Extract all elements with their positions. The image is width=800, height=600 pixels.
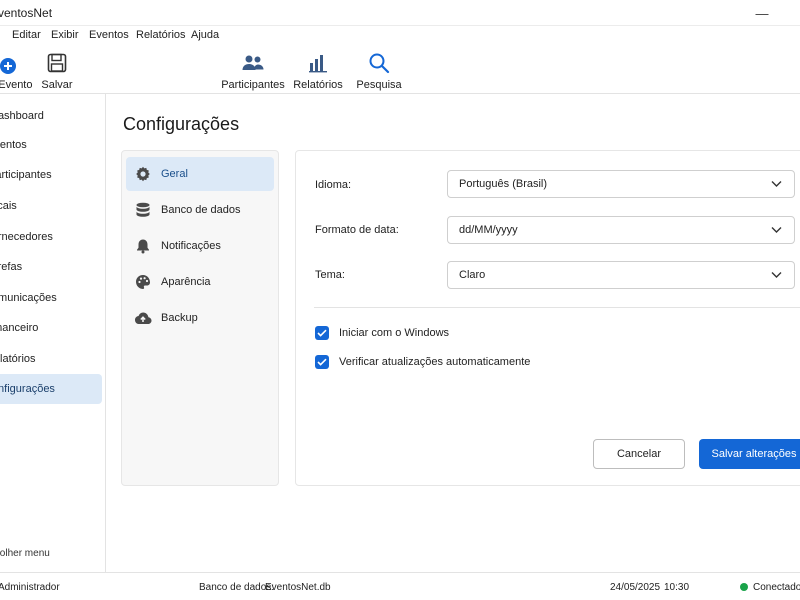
bar-chart-icon — [308, 50, 328, 76]
language-select-value: Português (Brasil) — [459, 178, 548, 190]
toolbar: Novo Evento Salvar Participantes Relatór… — [0, 46, 800, 94]
theme-select-value: Claro — [459, 269, 486, 281]
menu-eventos[interactable]: Eventos — [89, 29, 129, 41]
reports-button[interactable]: Relatórios — [293, 50, 343, 94]
page-title: Configurações — [123, 114, 240, 134]
save-changes-button[interactable]: Salvar alterações — [699, 439, 800, 469]
participants-label: Participantes — [221, 79, 285, 91]
status-time: 10:30 — [664, 582, 690, 593]
add-circle-icon — [0, 50, 28, 76]
status-user: Administrador — [0, 582, 60, 593]
menu-relatorios[interactable]: Relatórios — [136, 29, 186, 41]
theme-label: Tema: — [315, 269, 345, 281]
date-format-select-value: dd/MM/yyyy — [459, 224, 518, 236]
settings-nav-label: Banco de dados — [161, 204, 241, 216]
sidebar-item-label: Locais — [0, 200, 17, 212]
status-date: 24/05/2025 — [610, 582, 661, 593]
collapse-menu-label: Recolher menu — [0, 548, 50, 559]
sidebar-item-eventos[interactable]: Eventos — [0, 130, 102, 160]
sidebar-item-label: Financeiro — [0, 322, 39, 334]
settings-nav: Geral Banco de dados Notificações Aparên… — [121, 150, 279, 486]
collapse-menu-button[interactable]: Recolher menu — [0, 548, 50, 559]
title-bar: EventosNet — — [0, 0, 800, 26]
menu-editar[interactable]: Editar — [12, 29, 41, 41]
sidebar: Dashboard Eventos Participantes Locais F… — [0, 94, 106, 572]
minimize-button[interactable]: — — [742, 0, 782, 26]
sidebar-item-label: Configurações — [0, 383, 55, 395]
theme-select[interactable]: Claro — [447, 261, 795, 289]
chevron-down-icon — [771, 179, 782, 191]
settings-nav-label: Notificações — [161, 240, 221, 252]
settings-nav-banco-de-dados[interactable]: Banco de dados — [126, 193, 274, 227]
gear-icon — [134, 165, 152, 183]
sidebar-item-label: Eventos — [0, 139, 27, 151]
chevron-down-icon — [771, 225, 782, 237]
connection-status-dot — [740, 583, 748, 591]
sidebar-item-label: Comunicações — [0, 292, 57, 304]
status-connection: Conectado — [753, 582, 800, 593]
new-event-button[interactable]: Novo Evento — [0, 50, 36, 94]
status-db-value: EventosNet.db — [265, 582, 331, 593]
date-format-select[interactable]: dd/MM/yyyy — [447, 216, 795, 244]
sidebar-item-configuracoes[interactable]: Configurações — [0, 374, 102, 404]
sidebar-item-comunicacoes[interactable]: Comunicações — [0, 283, 102, 313]
menu-bar: Editar Exibir Eventos Relatórios Ajuda — [0, 26, 800, 46]
date-format-label: Formato de data: — [315, 224, 399, 236]
sidebar-item-financeiro[interactable]: Financeiro — [0, 313, 102, 343]
settings-nav-label: Geral — [161, 168, 188, 180]
settings-nav-geral[interactable]: Geral — [126, 157, 274, 191]
bell-icon — [134, 237, 152, 255]
sidebar-item-label: Dashboard — [0, 110, 44, 122]
window-title: EventosNet — [0, 6, 53, 20]
people-icon — [241, 50, 265, 76]
status-db-label: Banco de dados: — [199, 582, 275, 593]
settings-nav-label: Backup — [161, 312, 198, 324]
menu-ajuda[interactable]: Ajuda — [191, 29, 219, 41]
settings-nav-notificacoes[interactable]: Notificações — [126, 229, 274, 263]
divider — [314, 307, 800, 308]
general-settings-panel: Idioma: Português (Brasil) Formato de da… — [295, 150, 800, 486]
start-with-windows-label: Iniciar com o Windows — [339, 327, 450, 339]
chevron-down-icon — [771, 270, 782, 282]
database-icon — [134, 201, 152, 219]
menu-exibir[interactable]: Exibir — [51, 29, 79, 41]
sidebar-item-fornecedores[interactable]: Fornecedores — [0, 222, 102, 252]
auto-update-row[interactable]: Verificar atualizações automaticamente — [315, 355, 530, 369]
reports-label: Relatórios — [293, 79, 343, 91]
sidebar-item-label: Relatórios — [0, 353, 36, 365]
participants-button[interactable]: Participantes — [221, 50, 285, 94]
sidebar-item-locais[interactable]: Locais — [0, 191, 102, 221]
search-label: Pesquisa — [356, 79, 402, 91]
new-event-label: Novo Evento — [0, 79, 33, 91]
search-button[interactable]: Pesquisa — [356, 50, 402, 94]
start-with-windows-row[interactable]: Iniciar com o Windows — [315, 326, 449, 340]
language-select[interactable]: Português (Brasil) — [447, 170, 795, 198]
sidebar-item-tarefas[interactable]: Tarefas — [0, 252, 102, 282]
settings-nav-backup[interactable]: Backup — [126, 301, 274, 335]
checkmark-icon — [317, 329, 327, 337]
sidebar-item-label: Fornecedores — [0, 231, 53, 243]
save-icon — [47, 50, 67, 76]
status-bar: Administrador Banco de dados: EventosNet… — [0, 572, 800, 600]
palette-icon — [134, 273, 152, 291]
main-content: Configurações Geral Banco de dados Notif… — [107, 94, 800, 572]
settings-nav-aparencia[interactable]: Aparência — [126, 265, 274, 299]
language-label: Idioma: — [315, 179, 352, 191]
sidebar-item-label: Participantes — [0, 169, 52, 181]
sidebar-item-dashboard[interactable]: Dashboard — [0, 101, 102, 131]
minimize-icon: — — [755, 5, 769, 21]
sidebar-item-relatorios[interactable]: Relatórios — [0, 344, 102, 374]
search-icon — [368, 50, 390, 76]
cancel-button[interactable]: Cancelar — [593, 439, 685, 469]
cloud-upload-icon — [134, 309, 152, 327]
sidebar-item-participantes[interactable]: Participantes — [0, 160, 102, 190]
save-button[interactable]: Salvar — [41, 50, 73, 94]
checkmark-icon — [317, 358, 327, 366]
start-with-windows-checkbox[interactable] — [315, 326, 329, 340]
auto-update-checkbox[interactable] — [315, 355, 329, 369]
auto-update-label: Verificar atualizações automaticamente — [339, 356, 531, 368]
save-label: Salvar — [41, 79, 73, 91]
settings-nav-label: Aparência — [161, 276, 211, 288]
sidebar-item-label: Tarefas — [0, 261, 23, 273]
